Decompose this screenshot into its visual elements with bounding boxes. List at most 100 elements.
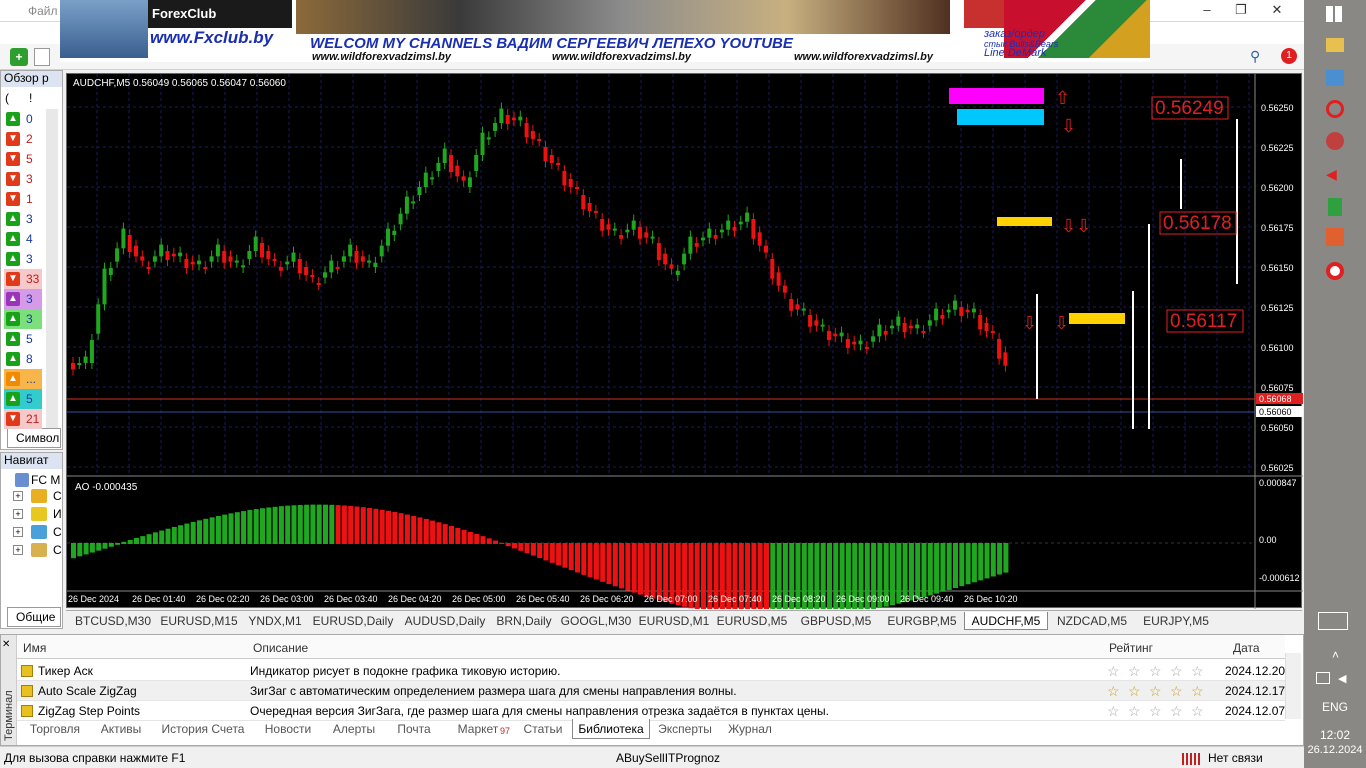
terminal-tab[interactable]: Почта	[386, 719, 442, 739]
restore-button[interactable]: ❐	[1226, 0, 1256, 20]
market-row[interactable]: ▲ 4	[4, 229, 42, 249]
chart-tab[interactable]: NZDCAD,M5	[1048, 612, 1136, 630]
terminal-tab[interactable]: История Счета	[152, 719, 254, 739]
clock-date[interactable]: 26.12.2024	[1304, 744, 1366, 756]
terminal-tab[interactable]: Библиотека	[572, 719, 650, 739]
market-row[interactable]: ▲ 3	[4, 289, 42, 309]
chart-tab[interactable]: EURJPY,M5	[1136, 612, 1216, 630]
navigator-item-scripts[interactable]: С	[53, 543, 62, 557]
price-tick-label: 0.56050	[1261, 423, 1294, 433]
ao-bar	[215, 515, 221, 544]
terminal-tab[interactable]: Новости	[254, 719, 322, 739]
market-row[interactable]: ▼ 21	[4, 409, 42, 429]
terminal-tab[interactable]: Эксперты	[650, 719, 720, 739]
market-row[interactable]: ▲ 3	[4, 249, 42, 269]
language-indicator[interactable]: ENG	[1304, 700, 1366, 714]
file-menu[interactable]: Файл	[28, 4, 58, 18]
chart-canvas[interactable]: 0.560680.560600.562490.561780.56117⇧⇩⇩⇩⇩…	[67, 74, 1303, 619]
chart-tab[interactable]: EURGBP,M5	[880, 612, 964, 630]
profiles-icon[interactable]	[34, 48, 50, 66]
terminal-tab[interactable]: Журнал	[720, 719, 780, 739]
price-chart[interactable]: 0.56068 0.56060 0.56249 0.56178 0.56117 ⇧ ⇩ ⇩⇩ ⇩…	[66, 73, 1303, 619]
terminal-tab[interactable]: Алерты	[322, 719, 386, 739]
ao-bar	[474, 533, 480, 544]
opera-icon[interactable]	[1326, 100, 1344, 118]
market-row-value: 0	[26, 112, 33, 126]
market-row[interactable]: ▼ 5	[4, 149, 42, 169]
ao-bar	[146, 534, 152, 544]
expand-icon[interactable]: +	[13, 545, 23, 555]
chart-tab[interactable]: EURUSD,Daily	[308, 612, 398, 630]
market-row[interactable]: ▼ 1	[4, 189, 42, 209]
navigator-item-indicators[interactable]: И	[53, 507, 62, 521]
ao-bar	[341, 505, 347, 544]
library-row[interactable]: ZigZag Step Points Очередная версия ЗигЗа…	[17, 701, 1285, 721]
close-button[interactable]: ✕	[1262, 0, 1292, 20]
chart-tab[interactable]: EURUSD,M5	[712, 612, 792, 630]
market-row[interactable]: ▲ 8	[4, 349, 42, 369]
market-row[interactable]: ▲ 3	[4, 309, 42, 329]
alert-badge[interactable]: 1	[1281, 48, 1297, 64]
market-row[interactable]: ▲...	[4, 369, 42, 389]
market-row[interactable]: ▲ 0	[4, 109, 42, 129]
common-tab[interactable]: Общие	[7, 607, 61, 627]
chart-tab[interactable]: EURUSD,M1	[636, 612, 712, 630]
market-row[interactable]: ▼ 3	[4, 169, 42, 189]
expand-icon[interactable]: +	[13, 527, 23, 537]
time-tick-label: 26 Dec 03:00	[260, 594, 314, 604]
new-order-icon[interactable]: +	[10, 48, 28, 66]
search-icon[interactable]: ⚲	[1250, 48, 1260, 65]
chart-tab[interactable]: BTCUSD,M30	[70, 612, 156, 630]
col-rating[interactable]: Рейтинг	[1109, 641, 1153, 655]
candle-body	[354, 251, 359, 263]
chart-tab[interactable]: AUDCHF,M5	[964, 612, 1048, 630]
expand-icon[interactable]: +	[13, 509, 23, 519]
library-row[interactable]: Тикер Аск Индикатор рисует в подокне граф…	[17, 661, 1285, 681]
terminal-tab[interactable]: Активы	[90, 719, 152, 739]
chart-tab[interactable]: GBPUSD,M5	[792, 612, 880, 630]
navigator-root[interactable]: FC M	[31, 473, 60, 487]
col-date[interactable]: Дата	[1233, 641, 1260, 655]
market-row[interactable]: ▼ 33	[4, 269, 42, 289]
market-scrollbar[interactable]	[46, 109, 58, 445]
banner-url-3: www.wildforexvadzimsl.by	[794, 51, 933, 63]
library-row[interactable]: Auto Scale ZigZag ЗигЗаг с автоматическим…	[17, 681, 1285, 701]
chevron-up-icon[interactable]: ˄	[1332, 648, 1339, 662]
app2-icon[interactable]	[1326, 228, 1344, 246]
col-description[interactable]: Описание	[253, 641, 308, 655]
keyboard-icon[interactable]	[1318, 612, 1348, 630]
chart-tab[interactable]: BRN,Daily	[492, 612, 556, 630]
volume-icon[interactable]: ◀	[1338, 672, 1352, 685]
close-icon[interactable]: ✕	[2, 639, 10, 650]
minimize-button[interactable]: –	[1192, 0, 1222, 20]
record-icon[interactable]	[1326, 262, 1344, 280]
expand-icon[interactable]: +	[13, 491, 23, 501]
navigator-item-experts[interactable]: С	[53, 525, 62, 539]
terminal-scrollbar[interactable]	[1285, 653, 1301, 719]
navigator-item-accounts[interactable]: С	[53, 489, 62, 503]
app-icon[interactable]	[1326, 70, 1344, 86]
col-name[interactable]: Имя	[23, 641, 46, 655]
folder-icon[interactable]	[1326, 38, 1344, 52]
ao-bar	[612, 543, 618, 587]
symbol-tab[interactable]: Символ	[7, 428, 61, 448]
market-row[interactable]: ▼ 2	[4, 129, 42, 149]
windows-start-icon[interactable]	[1326, 6, 1342, 22]
terminal-tab[interactable]: Торговля	[20, 719, 90, 739]
market-row[interactable]: ▲ 5	[4, 389, 42, 409]
speaker-icon[interactable]: ◀	[1326, 166, 1344, 182]
chart-tab[interactable]: GOOGL,M30	[556, 612, 636, 630]
chart-tab[interactable]: AUDUSD,Daily	[398, 612, 492, 630]
chart-tab[interactable]: YNDX,M1	[242, 612, 308, 630]
calculator-icon[interactable]	[1328, 198, 1342, 216]
network-icon[interactable]	[1316, 672, 1330, 684]
market-row[interactable]: ▲ 5	[4, 329, 42, 349]
chart-tab[interactable]: EURUSD,M15	[156, 612, 242, 630]
terminal-tab[interactable]: Статьи	[514, 719, 572, 739]
yellow-zone	[1069, 313, 1125, 324]
candle-body	[436, 163, 441, 171]
paint-icon[interactable]	[1326, 132, 1344, 150]
candle-body	[323, 272, 327, 278]
clock-time[interactable]: 12:02	[1304, 728, 1366, 742]
market-row[interactable]: ▲ 3	[4, 209, 42, 229]
